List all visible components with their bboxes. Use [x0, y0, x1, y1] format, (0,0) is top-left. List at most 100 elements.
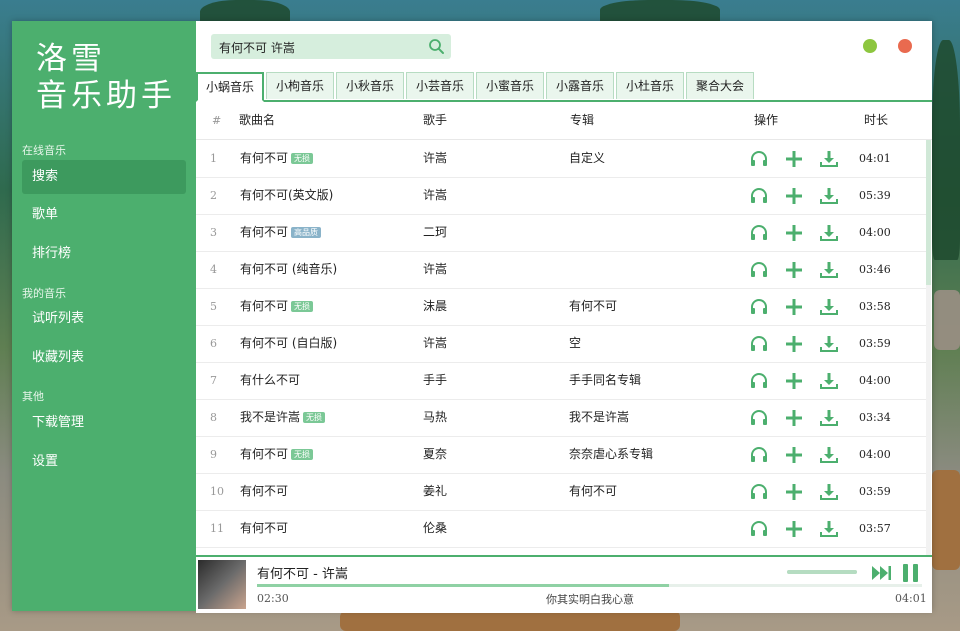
table-row[interactable]: 11 有何不可 伦桑 03:57 — [196, 510, 926, 548]
add-icon[interactable] — [784, 371, 804, 391]
listen-icon[interactable] — [749, 519, 769, 539]
table-row[interactable]: 10 有何不可 姜礼 有何不可 03:59 — [196, 473, 926, 511]
add-icon[interactable] — [784, 297, 804, 317]
sidebar-item-search[interactable]: 搜索 — [22, 160, 186, 194]
logo-line-2: 音乐助手 — [36, 78, 176, 114]
header-actions: 操作 — [754, 113, 779, 127]
sidebar-item-favorites[interactable]: 收藏列表 — [22, 341, 186, 375]
table-row[interactable]: 4 有何不可 (纯音乐) 许嵩 03:46 — [196, 251, 926, 289]
main-panel: 小蜗音乐 小枸音乐 小秋音乐 小芸音乐 小蜜音乐 小露音乐 小杜音乐 聚合大会 … — [196, 21, 932, 613]
tab-xiaowo[interactable]: 小蜗音乐 — [196, 72, 264, 102]
tab-xiaolu[interactable]: 小露音乐 — [546, 72, 614, 99]
song-list: 1 有何不可 无损 许嵩 自定义 04:01 2 有何不可(英文版) 许嵩 05:39 3 有何不可高… — [196, 140, 932, 555]
tab-xiaoyun[interactable]: 小芸音乐 — [406, 72, 474, 99]
listen-icon[interactable] — [749, 186, 769, 206]
minimize-button[interactable] — [863, 39, 877, 53]
download-icon[interactable] — [819, 223, 839, 243]
listen-icon[interactable] — [749, 334, 769, 354]
pause-icon[interactable] — [903, 564, 919, 582]
tab-xiaodu[interactable]: 小杜音乐 — [616, 72, 684, 99]
quality-badge: 无损 — [291, 301, 314, 312]
add-icon[interactable] — [784, 149, 804, 169]
download-icon[interactable] — [819, 334, 839, 354]
album: 手手同名专辑 — [569, 373, 642, 387]
listen-icon[interactable] — [749, 482, 769, 502]
song-name: 有何不可 (纯音乐) — [240, 251, 337, 288]
table-row[interactable]: 3 有何不可 高品质 二珂 04:00 — [196, 214, 926, 252]
row-index: 5 — [210, 300, 217, 313]
download-icon[interactable] — [819, 186, 839, 206]
scrollbar-thumb[interactable] — [926, 140, 931, 285]
sidebar-item-playlists[interactable]: 歌单 — [22, 198, 186, 232]
listen-icon[interactable] — [749, 260, 769, 280]
tab-xiaomi[interactable]: 小蜜音乐 — [476, 72, 544, 99]
volume-fill — [787, 570, 857, 574]
download-icon[interactable] — [819, 408, 839, 428]
singer: 姜礼 — [423, 484, 448, 498]
add-icon[interactable] — [784, 445, 804, 465]
search-icon[interactable] — [428, 38, 445, 55]
listen-icon[interactable] — [749, 297, 769, 317]
next-track-icon[interactable] — [872, 566, 892, 580]
table-row[interactable]: 2 有何不可(英文版) 许嵩 05:39 — [196, 177, 926, 215]
add-icon[interactable] — [784, 260, 804, 280]
duration: 04:00 — [859, 226, 891, 239]
song-title: 有什么不可 — [240, 373, 301, 387]
album-cover[interactable] — [198, 560, 246, 609]
add-icon[interactable] — [784, 482, 804, 502]
quality-badge: 无损 — [291, 153, 314, 164]
table-row[interactable]: 6 有何不可 (自白版) 许嵩 空 03:59 — [196, 325, 926, 363]
download-icon[interactable] — [819, 260, 839, 280]
sidebar-item-listen-list[interactable]: 试听列表 — [22, 302, 186, 336]
progress-fill — [257, 584, 670, 587]
section-title-online: 在线音乐 — [22, 144, 66, 157]
search-input[interactable] — [217, 37, 427, 58]
list-scrollbar[interactable] — [926, 140, 931, 555]
background-bench — [340, 611, 680, 631]
sidebar-item-charts[interactable]: 排行榜 — [22, 237, 186, 271]
tab-aggregate[interactable]: 聚合大会 — [686, 72, 754, 99]
singer: 手手 — [423, 373, 448, 387]
listen-icon[interactable] — [749, 445, 769, 465]
add-icon[interactable] — [784, 408, 804, 428]
listen-icon[interactable] — [749, 371, 769, 391]
song-title: 有何不可 — [240, 521, 289, 535]
table-row[interactable]: 7 有什么不可 手手 手手同名专辑 04:00 — [196, 362, 926, 400]
listen-icon[interactable] — [749, 408, 769, 428]
download-icon[interactable] — [819, 482, 839, 502]
sidebar-item-settings[interactable]: 设置 — [22, 445, 186, 479]
add-icon[interactable] — [784, 334, 804, 354]
sidebar-item-downloads[interactable]: 下载管理 — [22, 406, 186, 440]
song-title: 有何不可 (自白版) — [240, 336, 338, 350]
song-name: 我不是许嵩 无损 — [240, 399, 326, 436]
song-title: 有何不可 (纯音乐) — [240, 262, 338, 276]
progress-bar[interactable] — [257, 584, 922, 587]
listen-icon[interactable] — [749, 149, 769, 169]
table-row[interactable]: 8 我不是许嵩 无损 马热 我不是许嵩 03:34 — [196, 399, 926, 437]
add-icon[interactable] — [784, 223, 804, 243]
download-icon[interactable] — [819, 445, 839, 465]
volume-slider[interactable] — [787, 570, 857, 574]
table-row[interactable]: 9 有何不可 无损 夏奈 奈奈虐心系专辑 04:00 — [196, 436, 926, 474]
row-index: 2 — [210, 189, 217, 202]
download-icon[interactable] — [819, 519, 839, 539]
tab-xiaogou[interactable]: 小枸音乐 — [266, 72, 334, 99]
quality-badge: 无损 — [303, 412, 326, 423]
duration: 04:01 — [859, 152, 891, 165]
add-icon[interactable] — [784, 186, 804, 206]
tab-xiaoqiu[interactable]: 小秋音乐 — [336, 72, 404, 99]
logo-line-1: 洛雪 — [36, 41, 106, 77]
download-icon[interactable] — [819, 297, 839, 317]
singer: 许嵩 — [423, 188, 448, 202]
download-icon[interactable] — [819, 149, 839, 169]
close-button[interactable] — [898, 39, 912, 53]
add-icon[interactable] — [784, 519, 804, 539]
song-title: 有何不可 — [240, 299, 289, 313]
table-row[interactable]: 5 有何不可 无损 沫晨 有何不可 03:58 — [196, 288, 926, 326]
player-bar: 有何不可 - 许嵩 02:30 你其实明白我心意 04:01 — [196, 555, 932, 613]
table-row[interactable]: 1 有何不可 无损 许嵩 自定义 04:01 — [196, 140, 926, 178]
listen-icon[interactable] — [749, 223, 769, 243]
album: 我不是许嵩 — [569, 410, 630, 424]
row-index: 9 — [210, 448, 217, 461]
download-icon[interactable] — [819, 371, 839, 391]
